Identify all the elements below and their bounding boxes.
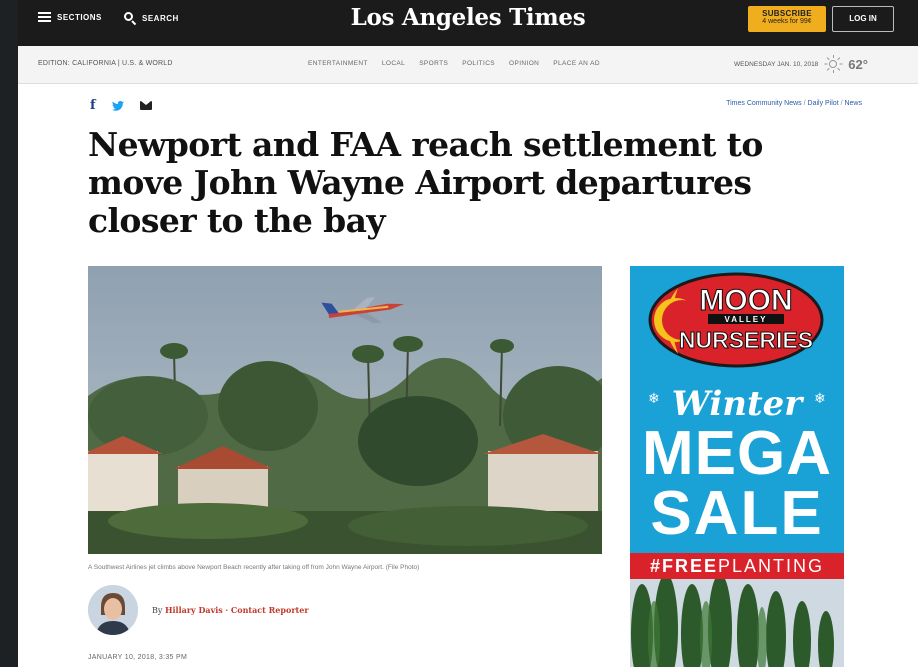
author-avatar[interactable]	[88, 585, 138, 635]
date-weather: WEDNESDAY JAN. 10, 2018 62°	[734, 55, 868, 73]
nav-link-politics[interactable]: POLITICS	[462, 60, 495, 67]
ad-sale: SALE	[650, 479, 824, 548]
ad-mega: MEGA	[642, 419, 832, 488]
ad-brand-nurseries: NURSERIES	[679, 327, 813, 353]
ad-brand-valley: VALLEY	[725, 315, 768, 324]
article-photo[interactable]	[88, 266, 602, 554]
ad-hashtag-bold: #FREE	[649, 556, 718, 576]
ad-hashtag-rest: PLANTING	[718, 556, 825, 576]
author-link[interactable]: Hillary Davis	[165, 605, 223, 615]
sections-label: SECTIONS	[57, 12, 102, 22]
subscribe-label: SUBSCRIBE	[762, 9, 812, 18]
airport-photo-image	[88, 266, 602, 554]
ad-brand-moon: MOON	[699, 284, 792, 317]
author-portrait-image	[88, 585, 138, 635]
breadcrumb: Times Community News / Daily Pilot / New…	[726, 100, 862, 107]
subscribe-offer: 4 weeks for 99¢	[762, 18, 812, 25]
ad-winter: Winter	[671, 384, 803, 424]
nav-link-place-an-ad[interactable]: PLACE AN AD	[553, 60, 600, 67]
section-nav: ENTERTAINMENT LOCAL SPORTS POLITICS OPIN…	[308, 60, 600, 67]
photo-caption: A Southwest Airlines jet climbs above Ne…	[88, 564, 420, 571]
ad-cypress-trees-image	[630, 579, 844, 667]
breadcrumb-news[interactable]: News	[844, 100, 862, 107]
article-headline: Newport and FAA reach settlement to move…	[88, 125, 763, 240]
publish-date: JANUARY 10, 2018, 3:35 PM	[88, 654, 188, 661]
twitter-icon[interactable]	[111, 100, 124, 111]
moon-valley-nurseries-logo: MOON VALLEY NURSERIES	[648, 272, 824, 368]
contact-reporter-link[interactable]: Contact Reporter	[231, 605, 309, 615]
login-button[interactable]: LOG IN	[832, 6, 894, 32]
search-label: SEARCH	[142, 13, 179, 23]
nav-link-sports[interactable]: SPORTS	[419, 60, 448, 67]
advertisement[interactable]: MOON VALLEY NURSERIES ❄ ❄ Winter MEGA SA…	[630, 266, 844, 667]
search-icon	[124, 12, 137, 26]
byline-prefix: By	[152, 606, 163, 615]
nav-link-local[interactable]: LOCAL	[382, 60, 405, 67]
hamburger-icon	[38, 12, 51, 22]
nav-link-entertainment[interactable]: ENTERTAINMENT	[308, 60, 368, 67]
nav-bar: EDITION: CALIFORNIA | U.S. & WORLD ENTER…	[18, 46, 918, 84]
facebook-icon[interactable]: f	[90, 98, 96, 113]
sun-icon	[824, 55, 843, 73]
temperature[interactable]: 62°	[848, 57, 868, 72]
page: SECTIONS SEARCH Los Angeles Times SUBSCR…	[18, 0, 918, 667]
subscribe-button[interactable]: SUBSCRIBE 4 weeks for 99¢	[748, 6, 826, 32]
ad-hashtag: #FREEPLANTING	[630, 553, 844, 579]
breadcrumb-daily-pilot[interactable]: Daily Pilot	[808, 100, 839, 107]
search-button[interactable]: SEARCH	[124, 12, 179, 26]
byline: By Hillary Davis · Contact Reporter	[152, 605, 309, 615]
nav-link-opinion[interactable]: OPINION	[509, 60, 539, 67]
masthead-logo[interactable]: Los Angeles Times	[318, 4, 618, 31]
edition-selector[interactable]: EDITION: CALIFORNIA | U.S. & WORLD	[38, 60, 173, 67]
breadcrumb-times-community-news[interactable]: Times Community News	[726, 100, 802, 107]
top-bar: SECTIONS SEARCH Los Angeles Times SUBSCR…	[18, 0, 918, 46]
share-bar: f	[90, 98, 152, 113]
current-date: WEDNESDAY JAN. 10, 2018	[734, 60, 819, 68]
email-icon[interactable]	[139, 101, 152, 110]
sections-button[interactable]: SECTIONS	[38, 12, 102, 22]
